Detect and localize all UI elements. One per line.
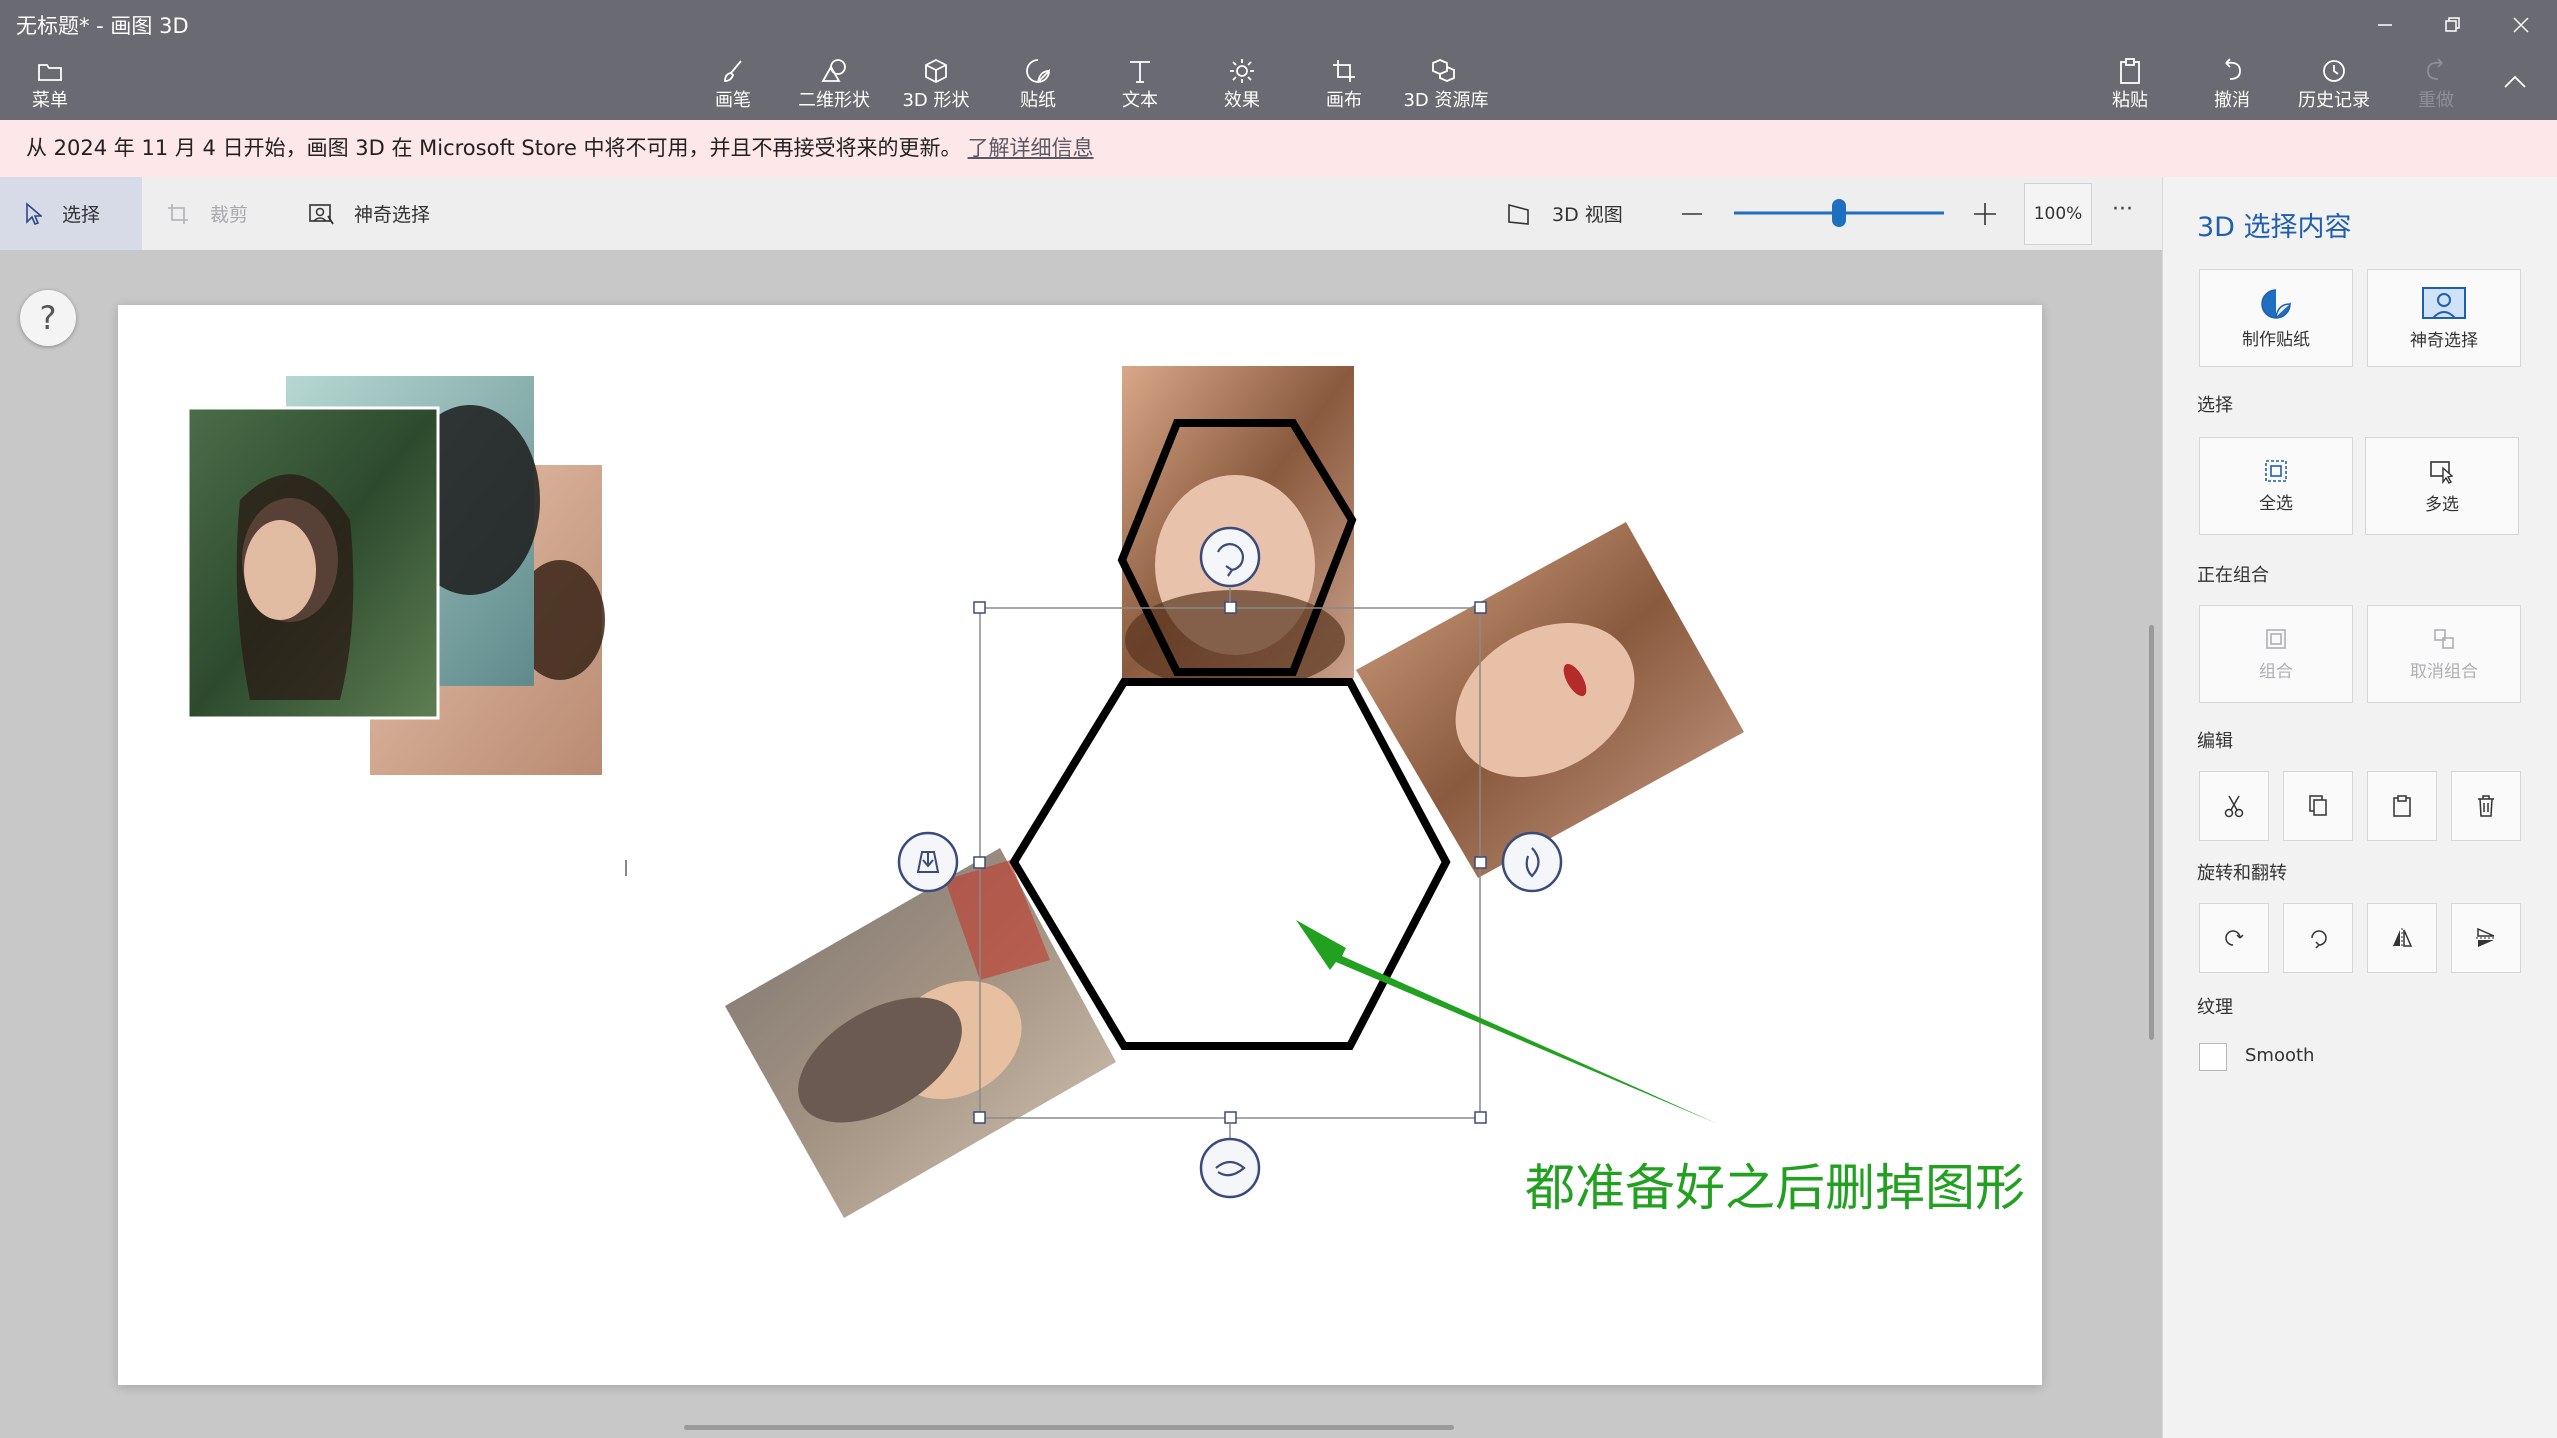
group-label: 组合	[2259, 661, 2293, 682]
annotation-text: 都准备好之后删掉图形	[1525, 1159, 2025, 1217]
close-icon	[2513, 17, 2529, 33]
history-button[interactable]: 历史记录	[2284, 56, 2384, 118]
rotate-left-button[interactable]	[2199, 903, 2269, 973]
close-button[interactable]	[2496, 10, 2546, 40]
multi-select-button[interactable]: 多选	[2365, 437, 2519, 535]
group-button[interactable]: 组合	[2199, 605, 2353, 703]
canvas-artwork	[186, 366, 1744, 1218]
flip-horizontal-icon	[2393, 928, 2413, 948]
properties-panel: 3D 选择内容 制作贴纸 神奇选择 选择 全选 多选 正在组合 组合 取消组合 …	[2162, 177, 2557, 1438]
rotate-left-icon	[2225, 930, 2244, 946]
panel-paste-button[interactable]	[2367, 771, 2437, 841]
section-texture-heading: 纹理	[2197, 997, 2233, 1018]
panel-magic-select-button[interactable]: 神奇选择	[2367, 269, 2521, 367]
copy-icon	[2309, 795, 2327, 816]
undo-button[interactable]: 撤消	[2182, 56, 2282, 118]
rotate-right-button[interactable]	[2283, 903, 2353, 973]
delete-button[interactable]	[2451, 771, 2521, 841]
rotate-x-handle[interactable]	[1199, 1137, 1261, 1199]
redo-label: 重做	[2418, 90, 2454, 111]
multi-select-icon	[2430, 460, 2454, 484]
redo-button[interactable]: 重做	[2386, 56, 2486, 118]
select-all-button[interactable]: 全选	[2199, 437, 2353, 535]
restore-icon	[2445, 17, 2460, 32]
collapse-ribbon-button[interactable]	[2502, 72, 2528, 90]
section-edit-heading: 编辑	[2197, 731, 2233, 752]
cut-button[interactable]	[2199, 771, 2269, 841]
select-all-label: 全选	[2259, 493, 2293, 514]
rotate-y-handle[interactable]	[1501, 831, 1563, 893]
section-group-heading: 正在组合	[2197, 565, 2269, 586]
scissors-icon	[2224, 795, 2244, 818]
photo-stack[interactable]	[186, 376, 605, 775]
flip-vertical-icon	[2476, 927, 2496, 947]
ungroup-label: 取消组合	[2410, 661, 2478, 682]
group-icon	[2266, 628, 2286, 649]
restore-button[interactable]	[2428, 10, 2478, 40]
smooth-label: Smooth	[2245, 1045, 2315, 1066]
rotate-right-icon	[2311, 930, 2327, 949]
section-select-heading: 选择	[2197, 395, 2233, 416]
minimize-button[interactable]	[2360, 10, 2410, 40]
paste-icon	[2393, 795, 2411, 817]
chevron-up-icon	[2504, 75, 2526, 88]
magic-select-icon	[2422, 286, 2466, 319]
smooth-checkbox[interactable]	[2199, 1043, 2227, 1071]
rotate-z-handle[interactable]	[1199, 526, 1261, 588]
select-all-icon	[2265, 459, 2287, 482]
panel-title: 3D 选择内容	[2197, 212, 2352, 243]
copy-button[interactable]	[2283, 771, 2353, 841]
ungroup-icon	[2434, 628, 2454, 649]
history-icon	[2323, 60, 2345, 82]
flip-vertical-button[interactable]	[2451, 903, 2521, 973]
flip-horizontal-button[interactable]	[2367, 903, 2437, 973]
ungroup-button[interactable]: 取消组合	[2367, 605, 2521, 703]
undo-icon	[2225, 58, 2241, 80]
make-sticker-label: 制作贴纸	[2242, 329, 2310, 350]
sticker-icon	[2261, 288, 2291, 319]
history-label: 历史记录	[2298, 90, 2370, 111]
minimize-icon	[2378, 24, 2392, 26]
panel-magic-select-label: 神奇选择	[2410, 330, 2478, 351]
multi-select-label: 多选	[2425, 494, 2459, 515]
undo-label: 撤消	[2214, 90, 2250, 111]
push-depth-handle[interactable]	[897, 831, 959, 893]
section-rotate-heading: 旋转和翻转	[2197, 863, 2287, 884]
make-sticker-button[interactable]: 制作贴纸	[2199, 269, 2353, 367]
redo-icon	[2427, 58, 2443, 80]
hexagon-shape[interactable]	[1009, 678, 1451, 1050]
trash-icon	[2478, 795, 2494, 817]
